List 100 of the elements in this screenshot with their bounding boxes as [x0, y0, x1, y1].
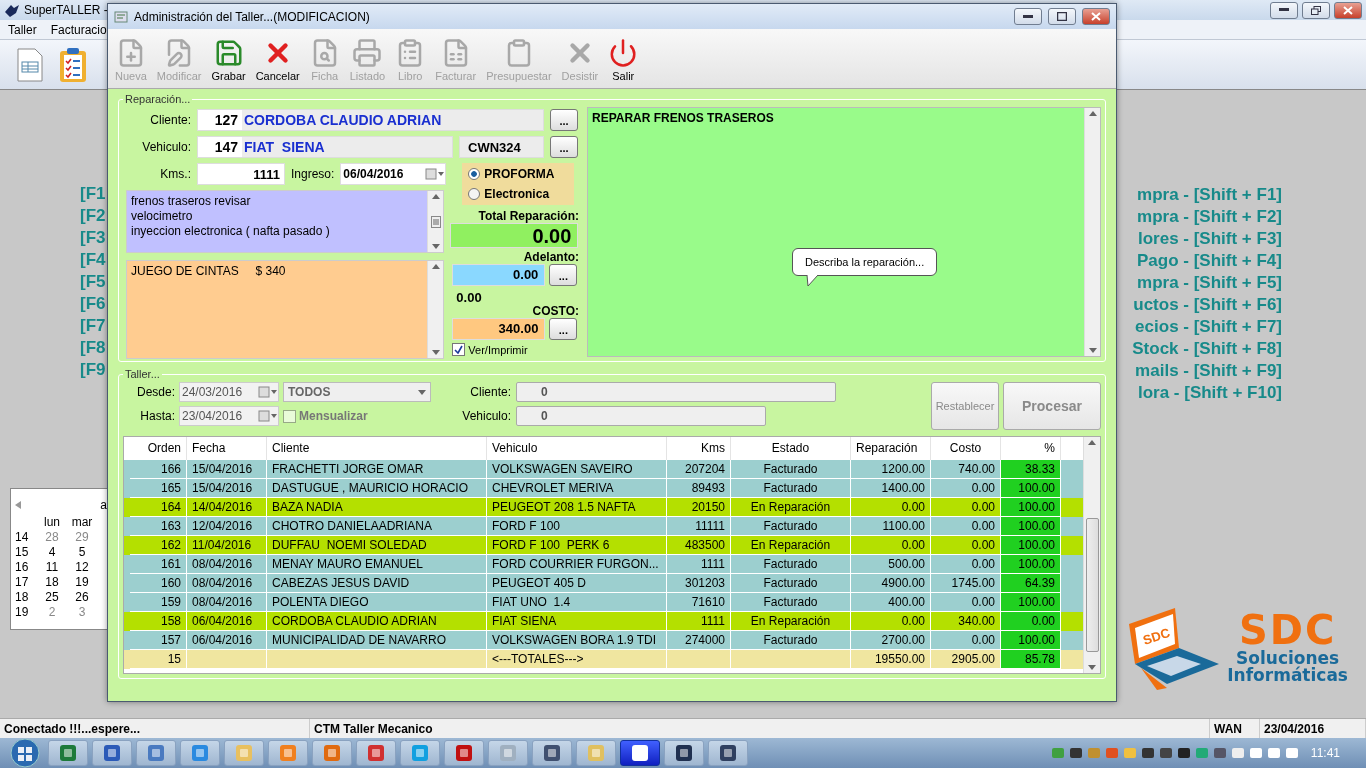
- table-row[interactable]: 163 12/04/2016 CHOTRO DANIELAADRIANA FORD F 100 11111 Facturado 1100.00 0.00 100.00: [124, 517, 1083, 536]
- table-row[interactable]: 164 14/04/2016 BAZA NADIA PEUGEOT 208 1.5 NAFTA 20150 En Reparación 0.00 0.00 100.00: [124, 498, 1083, 517]
- minimize-icon: [1279, 8, 1289, 12]
- app-logo-icon: [4, 3, 20, 17]
- vehicle-field[interactable]: 147 FIAT SIENA: [197, 136, 453, 158]
- scroll-down-icon[interactable]: [431, 244, 440, 249]
- client-field[interactable]: 127 CORDOBA CLAUDIO ADRIAN: [197, 109, 544, 131]
- table-cell: 0.00: [931, 593, 1001, 612]
- menu-item[interactable]: Facturacio: [50, 22, 107, 37]
- taskbar-button[interactable]: [532, 740, 572, 766]
- table-cell: 163: [130, 517, 187, 536]
- toolbar-button[interactable]: Grabar: [210, 38, 247, 82]
- table-row[interactable]: 159 08/04/2016 POLENTA DIEGO FIAT UNO 1.4 71610 Facturado 400.00 0.00 100.00: [124, 593, 1083, 612]
- close-button[interactable]: [1334, 1, 1362, 19]
- client-filter-field[interactable]: 0: [516, 382, 836, 402]
- calendar-day[interactable]: 25: [37, 590, 67, 605]
- minimize-button[interactable]: [1270, 1, 1298, 19]
- field-label: Total Reparación:: [477, 210, 579, 223]
- calendar-day[interactable]: 12: [67, 560, 97, 575]
- scroll-down-icon[interactable]: [1088, 665, 1096, 670]
- description-area[interactable]: REPARAR FRENOS TRASEROS Describa la reparación...: [587, 107, 1101, 357]
- scroll-thumb[interactable]: [1085, 518, 1099, 652]
- date-field[interactable]: 06/04/2016: [340, 163, 447, 185]
- table-cell: 158: [130, 612, 187, 631]
- minimize-button[interactable]: [1014, 8, 1042, 25]
- table-cell: VOLKSWAGEN BORA 1.9 TDI: [487, 631, 667, 650]
- shortcut-text: [F8: [80, 337, 107, 359]
- table-row[interactable]: 160 08/04/2016 CABEZAS JESUS DAVID PEUGEOT 405 D 301203 Facturado 4900.00 1745.00 64.39: [124, 574, 1083, 593]
- previous-month-icon[interactable]: [15, 501, 21, 509]
- app-icon: [147, 744, 165, 762]
- browse-button[interactable]: ...: [550, 136, 578, 158]
- radio-button[interactable]: [468, 168, 481, 180]
- scrollbar[interactable]: [427, 261, 443, 358]
- table-cell: 207204: [667, 460, 731, 479]
- tray-icon[interactable]: [1176, 746, 1191, 760]
- plate-field[interactable]: CWN324: [459, 136, 544, 158]
- cost-field[interactable]: 340.00: [452, 318, 546, 340]
- table-row[interactable]: 162 11/04/2016 DUFFAU NOEMI SOLEDAD FORD F 100 PERK 6 483500 En Reparación 0.00 0.00 100.00: [124, 536, 1083, 555]
- scroll-up-icon[interactable]: [431, 194, 440, 199]
- close-button[interactable]: [1082, 8, 1110, 25]
- notes-area[interactable]: frenos traseros revisar velocimetro inyeccion electronica ( nafta pasado ): [126, 190, 444, 253]
- table-row[interactable]: 166 15/04/2016 FRACHETTI JORGE OMAR VOLKSWAGEN SAVEIRO 207204 Facturado 1200.00 740.00 38.33: [124, 460, 1083, 479]
- table-cell: MENAY MAURO EMANUEL: [267, 555, 487, 574]
- calendar-day[interactable]: 26: [67, 590, 97, 605]
- calendar-day[interactable]: 3: [67, 605, 97, 620]
- table-cell: POLENTA DIEGO: [267, 593, 487, 612]
- vehicle-filter-field[interactable]: 0: [516, 406, 766, 426]
- table-cell: 100.00: [1001, 631, 1061, 650]
- browse-button[interactable]: ...: [550, 109, 578, 131]
- table-row[interactable]: 158 06/04/2016 CORDOBA CLAUDIO ADRIAN FIAT SIENA 1111 En Reparación 0.00 340.00 0.00: [124, 612, 1083, 631]
- table-cell: En Reparación: [731, 498, 851, 517]
- table-row[interactable]: 165 15/04/2016 DASTUGUE , MAURICIO HORACIO CHEVROLET MERIVA 89493 Facturado 1400.00 0.00 100.00: [124, 479, 1083, 498]
- checkbox[interactable]: [452, 343, 466, 356]
- menu-item[interactable]: Taller: [8, 22, 37, 37]
- taskbar-button[interactable]: [620, 740, 660, 766]
- calendar-day[interactable]: 4: [37, 545, 67, 560]
- calendar-day[interactable]: 11: [37, 560, 67, 575]
- scroll-thumb[interactable]: [430, 215, 441, 228]
- table-row[interactable]: 157 06/04/2016 MUNICIPALIDAD DE NAVARRO VOLKSWAGEN BORA 1.9 TDI 274000 Facturado 2700.00 0.00 100.00: [124, 631, 1083, 650]
- table-cell: 0.00: [851, 612, 931, 631]
- scrollbar[interactable]: [1083, 437, 1100, 673]
- checklist-icon[interactable]: [58, 46, 88, 83]
- browse-button[interactable]: ...: [549, 318, 578, 340]
- app-icon: [279, 744, 297, 762]
- scrollbar[interactable]: [1084, 108, 1100, 356]
- radio-button[interactable]: [468, 188, 481, 200]
- maximize-button[interactable]: [1048, 8, 1076, 25]
- toolbar-button[interactable]: Salir: [607, 38, 640, 82]
- scroll-up-icon[interactable]: [1088, 111, 1097, 116]
- toolbar-button[interactable]: Cancelar: [254, 38, 301, 82]
- tray-icon[interactable]: [1140, 746, 1155, 760]
- scroll-down-icon[interactable]: [1088, 348, 1097, 353]
- browse-button[interactable]: ...: [549, 264, 578, 286]
- tray-icon[interactable]: [1212, 746, 1227, 760]
- tray-icon[interactable]: [1068, 746, 1083, 760]
- table-row[interactable]: 161 08/04/2016 MENAY MAURO EMANUEL FORD COURRIER FURGON... 1111 Facturado 500.00 0.00 100.00: [124, 555, 1083, 574]
- table-cell: 166: [130, 460, 187, 479]
- calendar-day[interactable]: 5: [67, 545, 97, 560]
- radio-option[interactable]: PROFORMA: [468, 167, 569, 181]
- calendar-day[interactable]: 2: [37, 605, 67, 620]
- radio-option[interactable]: Electronica: [468, 187, 569, 201]
- scrollbar[interactable]: [427, 191, 443, 252]
- scroll-down-icon[interactable]: [431, 350, 440, 355]
- parts-area[interactable]: JUEGO DE CINTAS $ 340: [126, 260, 444, 359]
- taskbar-button[interactable]: [664, 740, 704, 766]
- advance-field[interactable]: 0.00: [452, 264, 546, 286]
- calendar-day[interactable]: 28: [37, 530, 67, 545]
- document-icon[interactable]: [16, 47, 44, 82]
- restore-button[interactable]: [1302, 1, 1330, 19]
- calendar-dropdown-icon[interactable]: [425, 168, 446, 180]
- table-cell: VOLKSWAGEN SAVEIRO: [487, 460, 667, 479]
- scroll-up-icon[interactable]: [1088, 440, 1096, 445]
- table-cell: MUNICIPALIDAD DE NAVARRO: [267, 631, 487, 650]
- scroll-up-icon[interactable]: [431, 264, 440, 269]
- kms-field[interactable]: 1111: [197, 163, 285, 185]
- calendar-day[interactable]: 19: [67, 575, 97, 590]
- taskbar-button[interactable]: [708, 740, 748, 766]
- tray-icon[interactable]: [1158, 746, 1173, 760]
- calendar-day[interactable]: 29: [67, 530, 97, 545]
- calendar-day[interactable]: 18: [37, 575, 67, 590]
